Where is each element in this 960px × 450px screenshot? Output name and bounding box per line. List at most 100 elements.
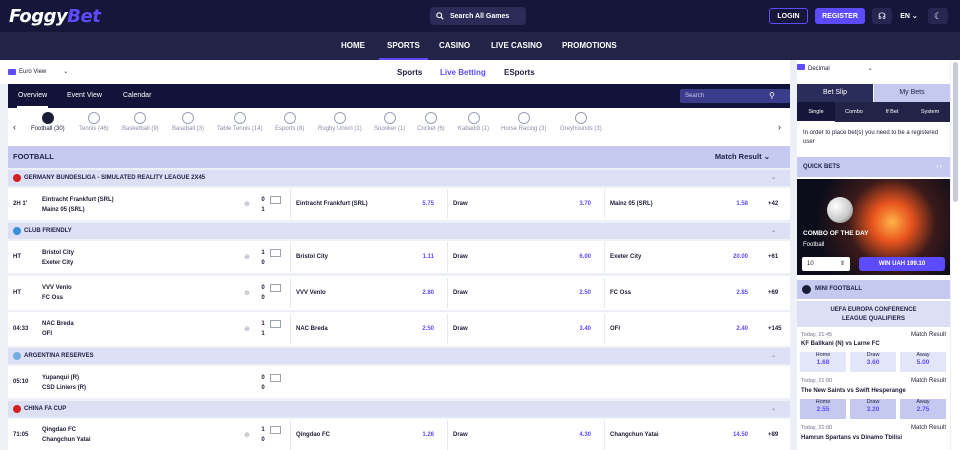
add-favorite-icon[interactable]: ⊕ <box>244 325 250 333</box>
tab-esports[interactable]: ESports <box>504 68 535 77</box>
nav-casino[interactable]: CASINO <box>439 32 470 60</box>
logo[interactable]: FoggyBet <box>9 6 101 27</box>
odd-away[interactable]: Exeter City 20.00 <box>604 242 756 272</box>
sport-esports[interactable]: Esports (8) <box>275 112 304 132</box>
mini-football-league: UEFA EUROPA CONFERENCE LEAGUE QUALIFIERS <box>797 301 950 327</box>
odd-away[interactable]: OFI 2.40 <box>604 314 756 344</box>
view-selector[interactable]: Euro View ⌄ <box>8 68 68 75</box>
chevron-down-icon: ⌄ <box>763 152 770 161</box>
add-favorite-icon[interactable]: ⊕ <box>244 289 250 297</box>
win-button[interactable]: WIN UAH 199.10 <box>859 257 945 271</box>
language-selector[interactable]: EN ⌄ <box>896 8 922 24</box>
tab-event-view[interactable]: Event View <box>67 84 102 108</box>
odd-draw[interactable]: Draw 3.40 <box>447 314 599 344</box>
tab-overview[interactable]: Overview <box>17 84 49 108</box>
bet-type-tabs: Single Combo If Bet System <box>797 102 950 122</box>
support-headset-icon[interactable]: ☊ <box>872 8 892 24</box>
odd-away[interactable]: Changchun Yatai 14.50 <box>604 420 756 450</box>
odd-away[interactable]: Mainz 05 (SRL) 1.58 <box>604 189 756 219</box>
tab-my-bets[interactable]: My Bets <box>874 84 950 102</box>
tab-bet-slip[interactable]: Bet Slip <box>797 84 873 102</box>
more-markets-link[interactable]: +42 <box>768 201 778 207</box>
more-markets-link[interactable]: +61 <box>768 254 778 260</box>
search-icon[interactable]: ⚲ <box>769 84 775 108</box>
register-button[interactable]: REGISTER <box>815 8 865 24</box>
sport-tennis[interactable]: Tennis (46) <box>79 112 109 132</box>
nav-sports[interactable]: SPORTS <box>379 32 428 60</box>
more-markets-link[interactable]: +89 <box>768 432 778 438</box>
sport-rugby-union[interactable]: Rugby Union (1) <box>318 112 362 132</box>
more-markets-link[interactable]: +69 <box>768 290 778 296</box>
odd-draw[interactable]: Draw 2.50 <box>447 278 599 308</box>
sport-horse-racing[interactable]: Horse Racing (3) <box>501 112 546 132</box>
login-button[interactable]: LOGIN <box>769 8 808 24</box>
nav-live-casino[interactable]: LIVE CASINO <box>491 32 542 60</box>
odd-home[interactable]: VVV Venlo 2.80 <box>290 278 442 308</box>
odd-home[interactable]: Eintracht Frankfurt (SRL) 5.75 <box>290 189 442 219</box>
odd-draw[interactable]: Draw 3.70 <box>447 189 599 219</box>
sport-baseball[interactable]: Baseball (3) <box>172 112 204 132</box>
stake-input[interactable]: 10 ⇕ <box>802 257 850 271</box>
nav-promotions[interactable]: PROMOTIONS <box>562 32 617 60</box>
add-favorite-icon[interactable]: ⊕ <box>244 200 250 208</box>
china-flag-icon <box>13 405 21 413</box>
greyhound-icon <box>574 112 587 124</box>
tab-if-bet[interactable]: If Bet <box>873 102 911 122</box>
nav-home[interactable]: HOME <box>341 32 365 60</box>
odds-format-selector[interactable]: Decimal ⌄ <box>797 64 873 72</box>
search-all-games-button[interactable]: Search All Games <box>430 7 526 25</box>
tab-combo[interactable]: Combo <box>835 102 873 122</box>
scrollbar-thumb[interactable] <box>953 62 958 202</box>
odd-draw[interactable]: Draw 6.00 <box>447 242 599 272</box>
tab-single[interactable]: Single <box>797 102 835 122</box>
sport-football[interactable]: Football (30) <box>31 112 65 132</box>
decimal-icon <box>797 64 805 70</box>
tab-live-betting[interactable]: Live Betting <box>440 68 486 77</box>
quick-bets-header: QUICK BETS ‹ › <box>797 157 950 177</box>
chevron-right-icon[interactable]: › <box>778 122 781 132</box>
odd-home[interactable]: Home 1.68 <box>800 352 846 372</box>
more-markets-link[interactable]: +145 <box>768 326 782 332</box>
login-notice: In order to place bet(s) you need to be … <box>803 130 939 145</box>
mini-match: Today, 21:00 Match Result Hamrun Spartan… <box>801 425 946 441</box>
odd-home[interactable]: Qingdao FC 1.26 <box>290 420 442 450</box>
chevron-left-icon[interactable]: ‹ <box>13 122 16 132</box>
sport-basketball[interactable]: Basketball (9) <box>122 112 159 132</box>
betslip-tabs: Bet Slip My Bets <box>797 84 950 102</box>
add-favorite-icon[interactable]: ⊕ <box>244 253 250 261</box>
league-header[interactable]: ARGENTINA RESERVES ⌄ <box>8 348 790 364</box>
odd-home[interactable]: Bristol City 1.11 <box>290 242 442 272</box>
tab-system[interactable]: System <box>911 102 949 122</box>
sport-greyhounds[interactable]: Greyhounds (3) <box>560 112 602 132</box>
table-row: 05:10 Yupanqui (R) CSD Liniers (R) 00 <box>8 366 790 398</box>
chevron-down-icon: ⌄ <box>770 175 776 181</box>
odd-home[interactable]: Home 2.55 <box>800 399 846 419</box>
league-header[interactable]: CHINA FA CUP ⌄ <box>8 401 790 417</box>
rugby-icon <box>333 112 346 124</box>
sport-table-tennis[interactable]: Table Tennis (14) <box>217 112 263 132</box>
odd-away[interactable]: FC Oss 2.85 <box>604 278 756 308</box>
odd-away[interactable]: Away 5.00 <box>900 352 946 372</box>
carousel-arrows[interactable]: ‹ › <box>936 157 942 177</box>
scrollbar[interactable] <box>951 60 960 450</box>
add-favorite-icon[interactable]: ⊕ <box>244 431 250 439</box>
league-header[interactable]: CLUB FRIENDLY ⌄ <box>8 223 790 239</box>
odd-draw[interactable]: Draw 3.60 <box>850 352 896 372</box>
snooker-icon <box>383 112 396 124</box>
sport-kabaddi[interactable]: Kabaddi (1) <box>458 112 489 132</box>
dark-mode-moon-icon[interactable]: ☾ <box>928 8 948 24</box>
tab-sports[interactable]: Sports <box>397 68 422 77</box>
argentina-flag-icon <box>13 352 21 360</box>
market-selector[interactable]: Match Result ⌄ <box>715 146 770 168</box>
odd-home[interactable]: NAC Breda 2.50 <box>290 314 442 344</box>
league-header[interactable]: GERMANY BUNDESLIGA - SIMULATED REALITY L… <box>8 170 790 186</box>
tab-calendar[interactable]: Calendar <box>123 84 151 108</box>
odd-away[interactable]: Away 2.75 <box>900 399 946 419</box>
sport-cricket[interactable]: Cricket (6) <box>417 112 445 132</box>
odd-draw[interactable]: Draw 3.20 <box>850 399 896 419</box>
table-tennis-icon <box>233 112 246 124</box>
chevron-down-icon: ⌄ <box>867 66 873 72</box>
sport-snooker[interactable]: Snooker (1) <box>374 112 405 132</box>
view-tabs: Overview Event View Calendar Search ⚲ <box>8 84 790 108</box>
odd-draw[interactable]: Draw 4.30 <box>447 420 599 450</box>
